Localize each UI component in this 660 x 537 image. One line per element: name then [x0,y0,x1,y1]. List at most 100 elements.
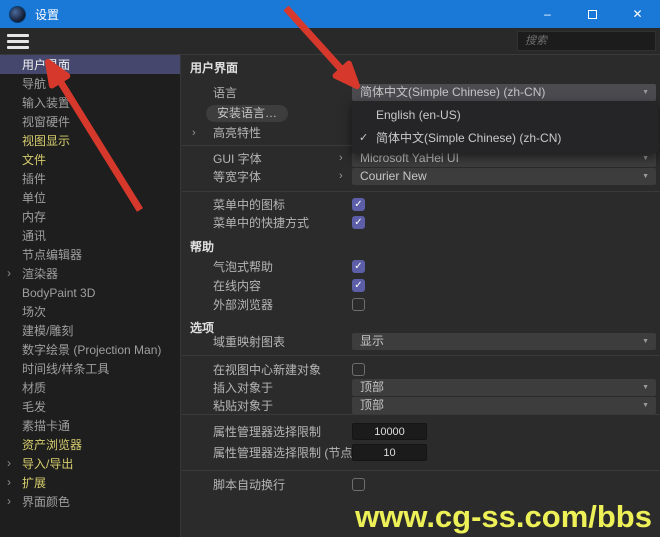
icons-in-menu-checkbox[interactable]: ✓ [352,198,365,211]
watermark-text: www.cg-ss.com/bbs [355,499,652,535]
chevron-right-icon[interactable]: › [7,264,11,283]
external-browser-label: 外部浏览器 [213,296,273,314]
online-content-checkbox[interactable]: ✓ [352,279,365,292]
close-button[interactable]: ✕ [615,0,660,28]
am-limit-label: 属性管理器选择限制 [213,423,321,441]
sidebar-item-memory[interactable]: 内存 [0,207,180,226]
am-limit-nodes-row: 属性管理器选择限制 (节点) [182,444,660,462]
divider [182,355,660,356]
sidebar: 用户界面 导航 输入装置 视窗硬件 视图显示 文件 插件 单位 内存 通讯 节点… [0,55,181,537]
sidebar-item-units[interactable]: 单位 [0,188,180,207]
maximize-button[interactable] [570,0,615,28]
bubble-help-label: 气泡式帮助 [213,258,273,276]
language-row: 语言 简体中文(Simple Chinese) (zh-CN) ▼ [182,84,660,102]
paste-object-row: 粘贴对象于 顶部 ▼ [182,397,660,415]
sidebar-item-input-devices[interactable]: 输入装置 [0,93,180,112]
minimize-button[interactable]: – [525,0,570,28]
new-object-center-checkbox[interactable] [352,363,365,376]
gui-font-label: GUI 字体 [213,150,262,168]
hamburger-menu-icon[interactable] [7,34,29,49]
chevron-right-icon[interactable]: › [7,454,11,473]
paste-object-dropdown[interactable]: 顶部 ▼ [352,397,656,414]
chevron-right-icon[interactable]: › [7,473,11,492]
insert-object-row: 插入对象于 顶部 ▼ [182,379,660,397]
sidebar-item-communication[interactable]: 通讯 [0,226,180,245]
settings-window: 设置 – ✕ 用户界面 导航 输入装置 视窗硬件 视图显示 文件 插件 单位 内… [0,0,660,537]
caret-down-icon: ▼ [642,168,649,185]
search-input[interactable] [517,31,656,51]
insert-object-label: 插入对象于 [213,379,273,397]
sidebar-item-modeling-sculpting[interactable]: 建模/雕刻 [0,321,180,340]
main-panel: 用户界面 语言 简体中文(Simple Chinese) (zh-CN) ▼ 安… [182,55,660,537]
sidebar-item-files[interactable]: 文件 [0,150,180,169]
sidebar-item-interface-colors[interactable]: ›界面颜色 [0,492,180,511]
sidebar-item-viewport-hardware[interactable]: 视窗硬件 [0,112,180,131]
mono-font-dropdown[interactable]: Courier New ▼ [352,168,656,185]
chevron-right-icon[interactable]: › [339,150,343,167]
menu-item-english[interactable]: English (en-US) [352,104,658,126]
online-content-row: 在线内容 ✓ [182,277,660,295]
chevron-right-icon[interactable]: › [339,168,343,185]
field-remap-row: 域重映射图表 显示 ▼ [182,333,660,351]
sidebar-item-import-export[interactable]: ›导入/导出 [0,454,180,473]
insert-object-dropdown[interactable]: 顶部 ▼ [352,379,656,396]
install-language-button[interactable]: 安装语言… [206,105,288,122]
sidebar-item-renderer[interactable]: ›渲染器 [0,264,180,283]
am-limit-nodes-label: 属性管理器选择限制 (节点) [213,444,356,462]
caret-down-icon: ▼ [642,333,649,350]
field-remap-label: 域重映射图表 [213,333,285,351]
script-wrap-row: 脚本自动换行 [182,476,660,494]
divider [182,414,660,415]
language-dropdown-menu: English (en-US) ✓ 简体中文(Simple Chinese) (… [352,101,658,153]
paste-object-label: 粘贴对象于 [213,397,273,415]
toolbar [0,28,660,55]
sidebar-item-takes[interactable]: 场次 [0,302,180,321]
sidebar-item-navigation[interactable]: 导航 [0,74,180,93]
field-remap-dropdown[interactable]: 显示 ▼ [352,333,656,350]
script-wrap-label: 脚本自动换行 [213,476,285,494]
caret-down-icon: ▼ [642,84,649,101]
sidebar-item-timeline-spline-tools[interactable]: 时间线/样条工具 [0,359,180,378]
sidebar-item-hair[interactable]: 毛发 [0,397,180,416]
external-browser-checkbox[interactable] [352,298,365,311]
caret-down-icon: ▼ [642,397,649,414]
online-content-label: 在线内容 [213,277,261,295]
sidebar-item-view-display[interactable]: 视图显示 [0,131,180,150]
titlebar: 设置 – ✕ [0,0,660,28]
new-object-center-label: 在视图中心新建对象 [213,361,321,379]
language-label: 语言 [213,84,237,102]
page-title: 用户界面 [190,59,238,77]
mono-font-label: 等宽字体 [213,168,261,186]
menu-item-simple-chinese[interactable]: ✓ 简体中文(Simple Chinese) (zh-CN) [352,126,658,148]
bubble-help-row: 气泡式帮助 ✓ [182,258,660,276]
icons-in-menu-label: 菜单中的图标 [213,196,285,214]
highlight-label: 高亮特性 [213,124,261,142]
chevron-right-icon[interactable]: › [7,492,11,511]
window-controls: – ✕ [525,0,660,28]
divider [182,470,660,471]
language-dropdown[interactable]: 简体中文(Simple Chinese) (zh-CN) ▼ [352,84,656,101]
shortcuts-in-menu-checkbox[interactable]: ✓ [352,216,365,229]
maximize-icon [588,10,597,19]
new-object-center-row: 在视图中心新建对象 [182,361,660,379]
am-limit-nodes-input[interactable] [352,444,427,461]
sidebar-item-asset-browser[interactable]: 资产浏览器 [0,435,180,454]
sidebar-item-projection-man[interactable]: 数字绘景 (Projection Man) [0,340,180,359]
chevron-right-icon[interactable]: › [192,124,196,142]
sidebar-item-bodypaint-3d[interactable]: BodyPaint 3D [0,283,180,302]
sidebar-item-extensions[interactable]: ›扩展 [0,473,180,492]
am-limit-input[interactable] [352,423,427,440]
sidebar-item-sketch-toon[interactable]: 素描卡通 [0,416,180,435]
icons-in-menu-row: 菜单中的图标 ✓ [182,196,660,214]
sidebar-item-material[interactable]: 材质 [0,378,180,397]
shortcuts-in-menu-label: 菜单中的快捷方式 [213,214,309,232]
sidebar-item-user-interface[interactable]: 用户界面 [0,55,180,74]
am-limit-row: 属性管理器选择限制 [182,423,660,441]
cinema4d-logo-icon [9,6,26,23]
script-wrap-checkbox[interactable] [352,478,365,491]
sidebar-item-node-editor[interactable]: 节点编辑器 [0,245,180,264]
help-section-header: 帮助 [190,238,214,256]
external-browser-row: 外部浏览器 [182,296,660,314]
sidebar-item-plugins[interactable]: 插件 [0,169,180,188]
bubble-help-checkbox[interactable]: ✓ [352,260,365,273]
